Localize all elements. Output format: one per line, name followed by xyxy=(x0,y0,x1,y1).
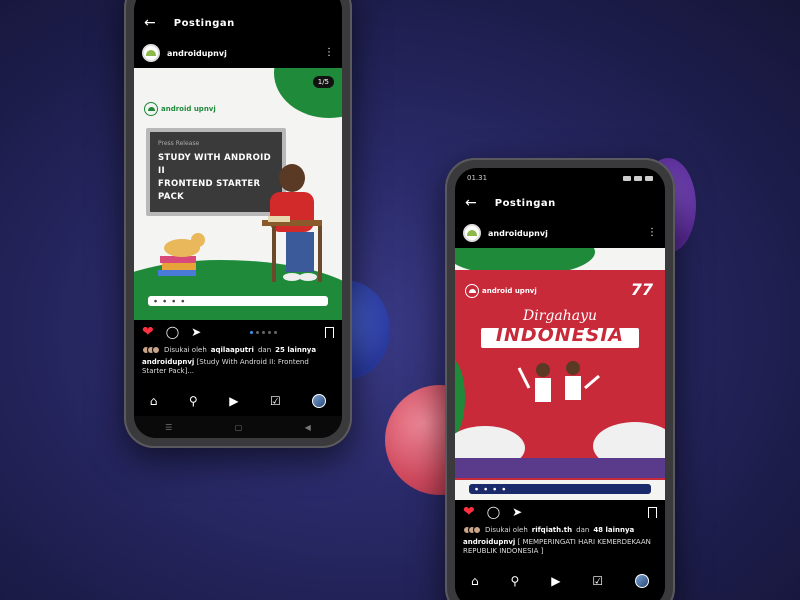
post-header: androidupnvj ⋮ xyxy=(455,218,665,248)
home-square-icon[interactable]: ▢ xyxy=(235,423,243,432)
page-counter: 1/5 xyxy=(312,76,334,88)
likes-user[interactable]: aqilaaputri xyxy=(211,346,254,354)
brand-logo: android upnvj xyxy=(465,284,537,298)
phone-left-screen: ← Postingan androidupnvj ⋮ 1/5 android u… xyxy=(134,0,342,438)
heart-icon[interactable]: ❤ xyxy=(463,505,475,519)
caption: androidupnvj [Study With Android II: Fro… xyxy=(134,356,342,374)
post-image[interactable]: android upnvj 77 Dirgahayu INDONESIA ● ●… xyxy=(455,248,665,500)
system-nav: ☰ ▢ ◀ xyxy=(134,416,342,438)
heart-icon[interactable]: ❤ xyxy=(142,325,154,339)
books-cat-illustration xyxy=(158,233,205,276)
reels-icon[interactable]: ▶ xyxy=(229,394,238,408)
post-actions: ❤ ◯ ➤ xyxy=(455,500,665,524)
search-icon[interactable]: ⚲ xyxy=(189,394,198,408)
likes-mid: dan xyxy=(576,526,590,534)
caption-user[interactable]: androidupnvj xyxy=(142,358,194,366)
press-label: Press Release xyxy=(158,140,200,147)
bookmark-icon[interactable] xyxy=(648,506,657,518)
brand-text: android upnvj xyxy=(161,105,216,113)
bottom-nav: ⌂ ⚲ ▶ ☑ xyxy=(134,388,342,414)
menu-icon[interactable]: ☰ xyxy=(165,423,172,432)
more-vertical-icon[interactable]: ⋮ xyxy=(324,48,334,58)
brand-text: android upnvj xyxy=(482,287,537,295)
top-bar: ← Postingan xyxy=(455,188,665,218)
shop-icon[interactable]: ☑ xyxy=(270,394,281,408)
liker-avatars xyxy=(463,526,481,534)
likes-count[interactable]: 25 lainnya xyxy=(275,346,316,354)
caption: androidupnvj [ MEMPERINGATI HARI KEMERDE… xyxy=(455,536,665,554)
arrow-left-icon[interactable]: ← xyxy=(144,16,156,30)
arrow-left-icon[interactable]: ← xyxy=(465,196,477,210)
likes-count[interactable]: 48 lainnya xyxy=(593,526,634,534)
more-vertical-icon[interactable]: ⋮ xyxy=(647,228,657,238)
green-blob-top xyxy=(274,68,342,118)
send-icon[interactable]: ➤ xyxy=(191,326,201,338)
bottom-nav: ⌂ ⚲ ▶ ☑ xyxy=(455,568,665,594)
comment-icon[interactable]: ◯ xyxy=(166,326,179,338)
caption-user[interactable]: androidupnvj xyxy=(463,538,515,546)
status-bar xyxy=(134,0,342,8)
post-image[interactable]: 1/5 android upnvj Press Release STUDY WI… xyxy=(134,68,342,320)
status-time: 01.31 xyxy=(467,174,488,182)
carousel-dots xyxy=(213,330,313,334)
status-icons xyxy=(623,175,653,181)
brand-logo: android upnvj xyxy=(144,102,216,116)
android-logo-icon xyxy=(144,102,158,116)
home-icon[interactable]: ⌂ xyxy=(150,394,158,408)
profile-avatar-icon[interactable] xyxy=(312,394,327,408)
profile-avatar-icon[interactable] xyxy=(635,574,649,588)
back-triangle-icon[interactable]: ◀ xyxy=(305,423,311,432)
clouds-illustration xyxy=(455,422,665,478)
status-bar: 01.31 xyxy=(455,168,665,188)
phone-left: ← Postingan androidupnvj ⋮ 1/5 android u… xyxy=(124,0,352,448)
reels-icon[interactable]: ▶ xyxy=(551,574,560,588)
post-actions: ❤ ◯ ➤ xyxy=(134,320,342,344)
phone-right-screen: 01.31 ← Postingan androidupnvj ⋮ android… xyxy=(455,168,665,600)
headline-text: INDONESIA xyxy=(495,324,625,346)
likes-row: Disukai oleh rifqiath.th dan 48 lainnya xyxy=(455,524,665,536)
page-title: Postingan xyxy=(494,197,556,209)
footer-contacts-strip: ● ● ● ● xyxy=(469,484,651,494)
likes-row: Disukai oleh aqilaaputri dan 25 lainnya xyxy=(134,344,342,356)
likes-prefix: Disukai oleh xyxy=(164,346,207,354)
send-icon[interactable]: ➤ xyxy=(512,506,522,518)
likes-prefix: Disukai oleh xyxy=(485,526,528,534)
android-logo-icon xyxy=(465,284,479,298)
bookmark-icon[interactable] xyxy=(325,326,334,338)
greeting-text: Dirgahayu xyxy=(523,308,597,324)
avatar[interactable] xyxy=(142,44,160,62)
page-title: Postingan xyxy=(173,17,235,29)
post-username[interactable]: androidupnvj xyxy=(488,229,640,238)
liker-avatars xyxy=(142,346,160,354)
avatar[interactable] xyxy=(463,224,481,242)
phone-right: 01.31 ← Postingan androidupnvj ⋮ android… xyxy=(445,158,675,600)
footer-contacts-strip: ● ● ● ● xyxy=(148,296,328,306)
search-icon[interactable]: ⚲ xyxy=(510,574,519,588)
post-username[interactable]: androidupnvj xyxy=(167,49,317,58)
anniversary-badge: 77 xyxy=(630,280,653,299)
likes-user[interactable]: rifqiath.th xyxy=(532,526,572,534)
comment-icon[interactable]: ◯ xyxy=(487,506,500,518)
top-bar: ← Postingan xyxy=(134,8,342,38)
student-illustration xyxy=(262,164,322,282)
likes-mid: dan xyxy=(257,346,272,354)
home-icon[interactable]: ⌂ xyxy=(471,574,479,588)
shop-icon[interactable]: ☑ xyxy=(592,574,603,588)
post-header: androidupnvj ⋮ xyxy=(134,38,342,68)
